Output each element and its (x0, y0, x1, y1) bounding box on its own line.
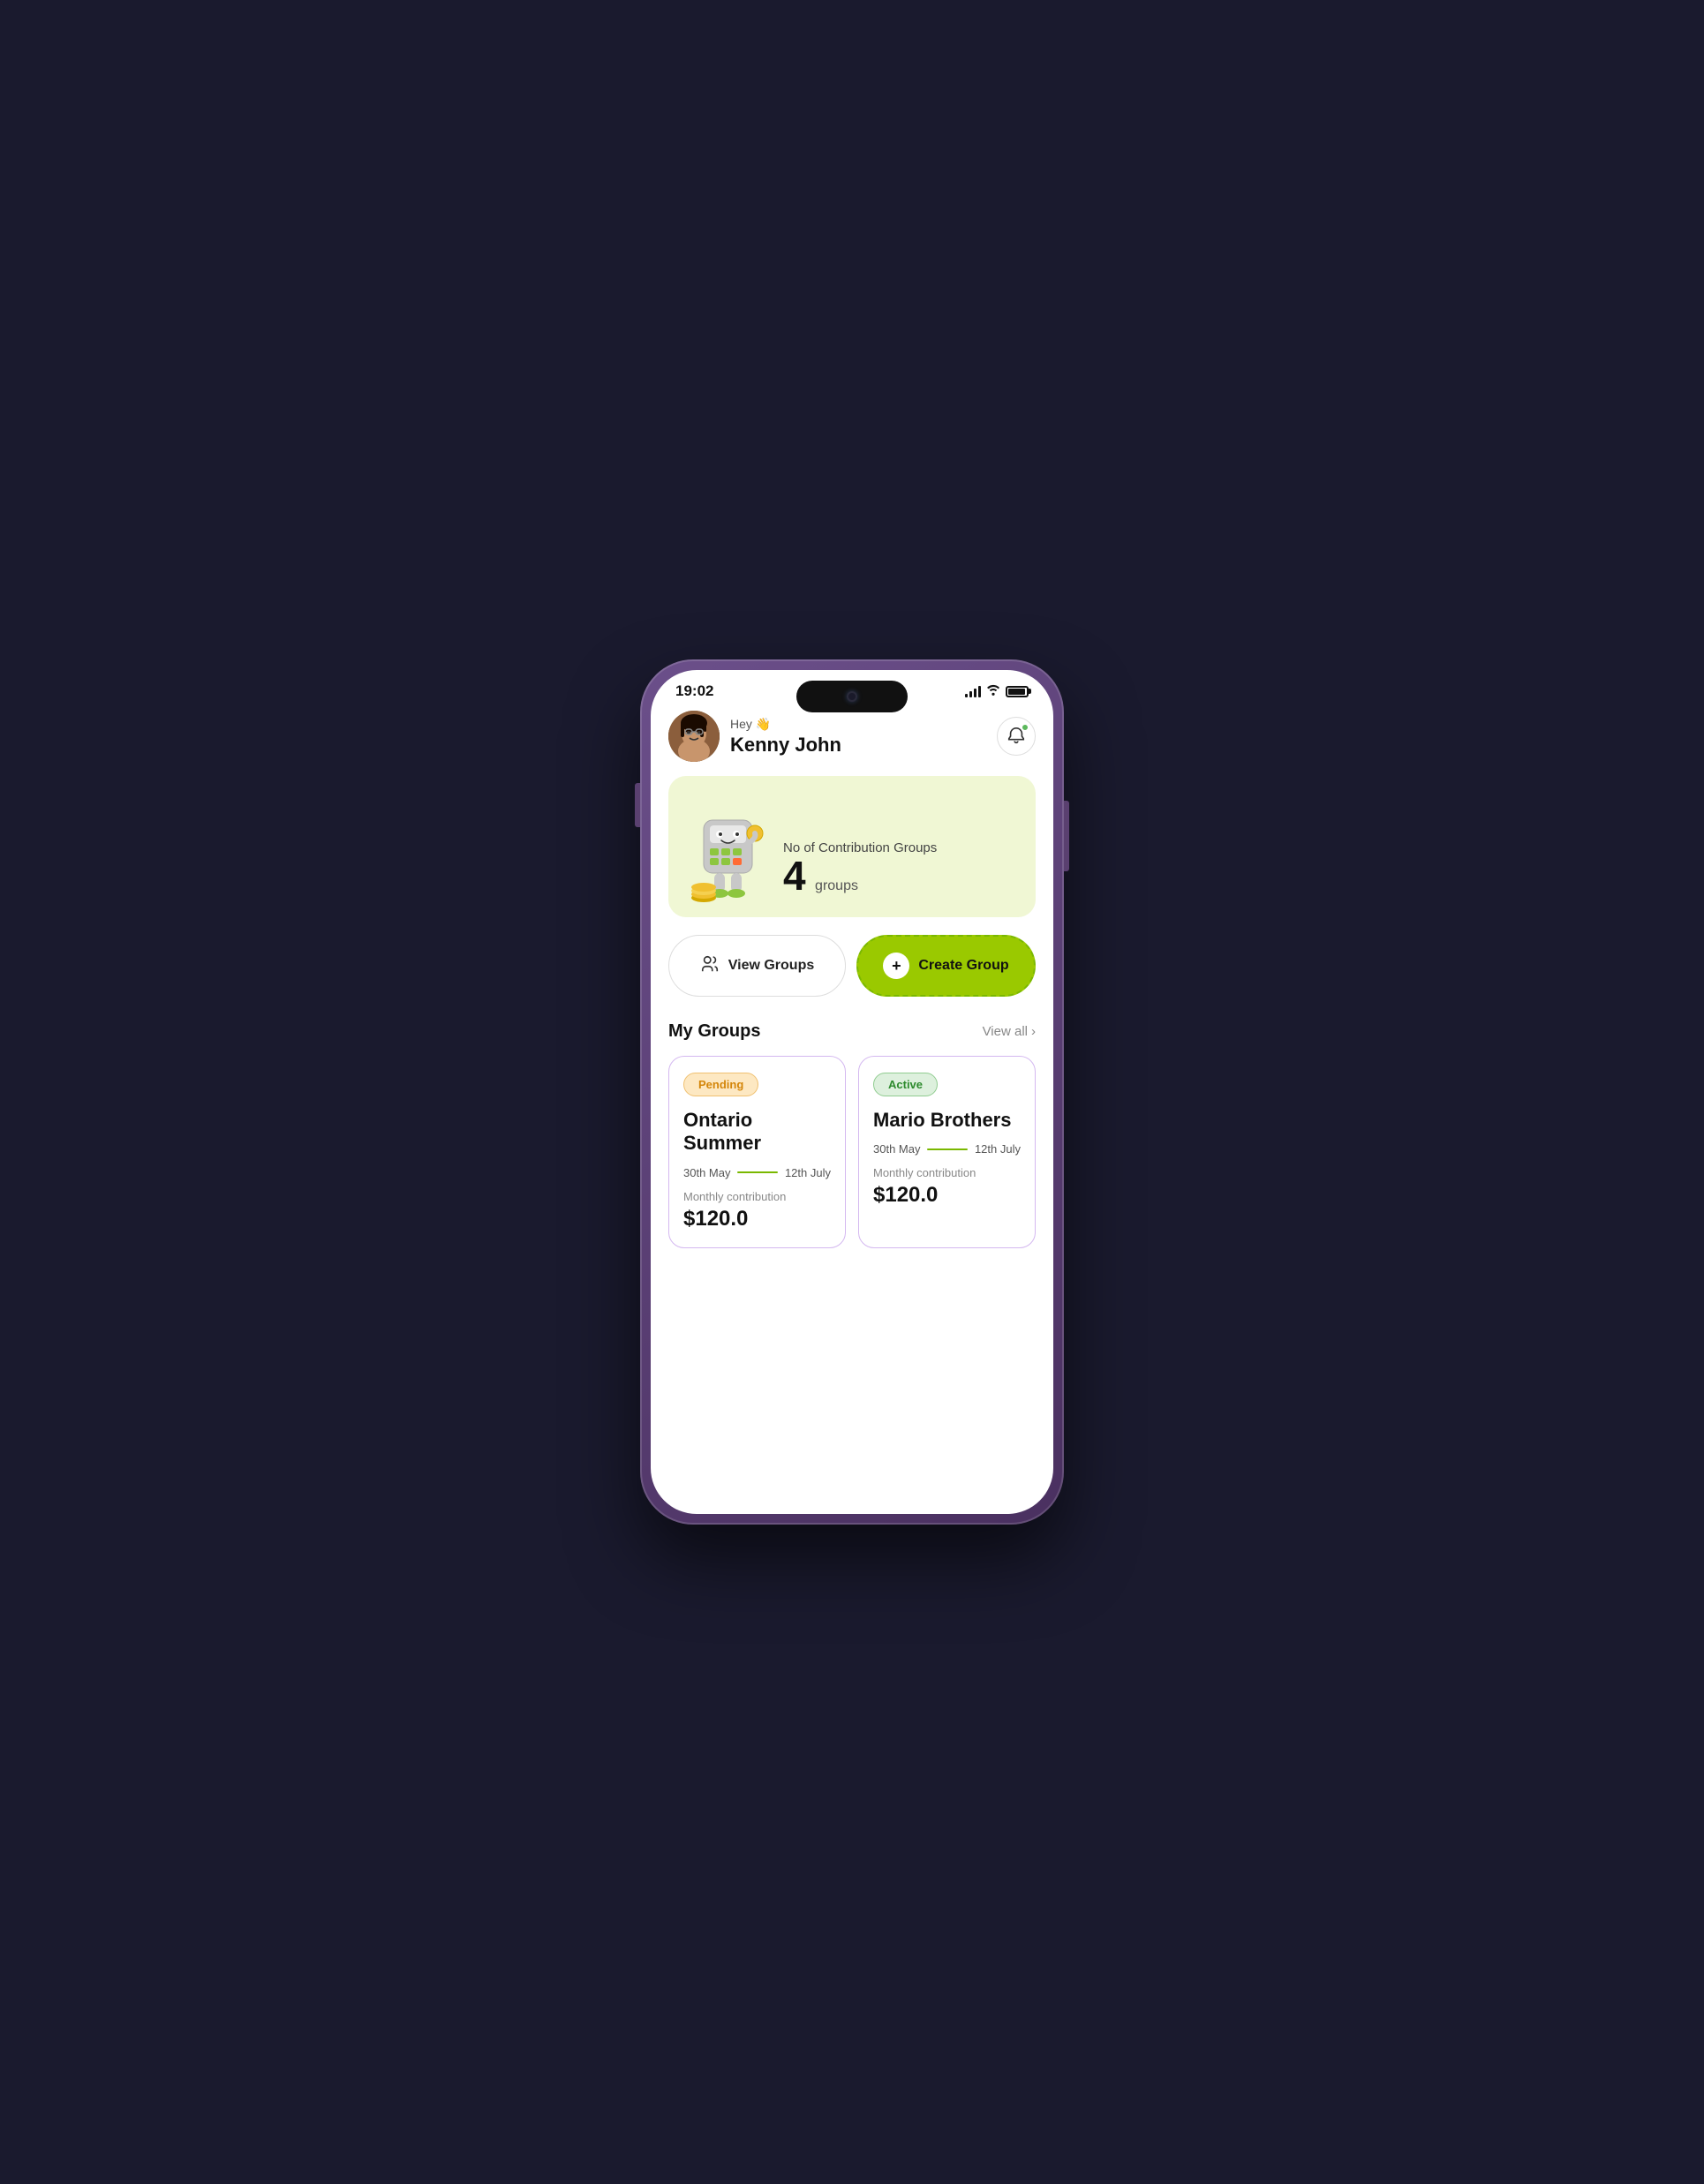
date-start-ontario: 30th May (683, 1166, 730, 1179)
my-groups-section: My Groups View all › Pending Ontario Sum… (668, 1021, 1036, 1266)
notification-dot (1021, 723, 1029, 732)
dynamic-island (796, 681, 908, 712)
wifi-icon (986, 684, 1000, 698)
date-end-ontario: 12th July (785, 1166, 831, 1179)
battery-icon (1006, 686, 1029, 697)
plus-icon-circle: + (883, 953, 909, 979)
status-time: 19:02 (675, 682, 713, 700)
phone-frame: 19:02 (640, 659, 1064, 1525)
view-groups-button[interactable]: View Groups (668, 935, 846, 997)
group-name-ontario: Ontario Summer (683, 1109, 831, 1156)
notification-button[interactable] (997, 717, 1036, 756)
create-group-button[interactable]: + Create Group (856, 935, 1036, 997)
section-header: My Groups View all › (668, 1021, 1036, 1042)
app-content: Hey 👋 Kenny John (651, 707, 1053, 1494)
create-group-label: Create Group (918, 958, 1008, 974)
view-groups-label: View Groups (728, 958, 815, 974)
group-name-mario: Mario Brothers (873, 1109, 1021, 1132)
section-title: My Groups (668, 1021, 760, 1042)
app-header: Hey 👋 Kenny John (668, 711, 1036, 762)
greeting-text: Hey 👋 (730, 717, 841, 732)
signal-bars-icon (965, 685, 981, 697)
status-badge-active: Active (873, 1073, 938, 1096)
banner-count-label: groups (815, 878, 858, 893)
contribution-label-ontario: Monthly contribution (683, 1190, 831, 1203)
banner-text: No of Contribution Groups 4 groups (783, 840, 1018, 917)
banner-count-row: 4 groups (783, 855, 1018, 896)
action-buttons: View Groups + Create Group (668, 935, 1036, 997)
status-bar: 19:02 (651, 670, 1053, 707)
view-all-text: View all (983, 1024, 1028, 1039)
contribution-amount-ontario: $120.0 (683, 1207, 831, 1231)
avatar (668, 711, 720, 762)
people-icon (700, 954, 720, 978)
user-name: Kenny John (730, 734, 841, 757)
plus-icon: + (892, 957, 901, 975)
contribution-banner: $ (668, 776, 1036, 917)
view-all-link[interactable]: View all › (983, 1024, 1036, 1039)
date-start-mario: 30th May (873, 1142, 920, 1156)
date-line-mario (927, 1148, 967, 1150)
banner-count: 4 (783, 853, 806, 899)
chevron-right-icon: › (1031, 1024, 1036, 1039)
user-info: Hey 👋 Kenny John (668, 711, 841, 762)
contribution-amount-mario: $120.0 (873, 1183, 1021, 1208)
phone-screen: 19:02 (651, 670, 1053, 1514)
group-cards-list: Pending Ontario Summer 30th May 12th Jul… (668, 1056, 1036, 1266)
date-range-mario: 30th May 12th July (873, 1142, 1021, 1156)
group-card-ontario[interactable]: Pending Ontario Summer 30th May 12th Jul… (668, 1056, 846, 1248)
date-line (737, 1171, 777, 1173)
group-card-mario[interactable]: Active Mario Brothers 30th May 12th July… (858, 1056, 1036, 1248)
camera-dot (847, 691, 857, 702)
contribution-label-mario: Monthly contribution (873, 1166, 1021, 1179)
status-icons (965, 684, 1029, 698)
greeting-block: Hey 👋 Kenny John (730, 717, 841, 757)
banner-label: No of Contribution Groups (783, 840, 1018, 855)
avatar-image (668, 711, 720, 762)
mascot-illustration: $ (686, 802, 774, 917)
date-range-ontario: 30th May 12th July (683, 1166, 831, 1179)
status-badge-pending: Pending (683, 1073, 758, 1096)
date-end-mario: 12th July (975, 1142, 1021, 1156)
